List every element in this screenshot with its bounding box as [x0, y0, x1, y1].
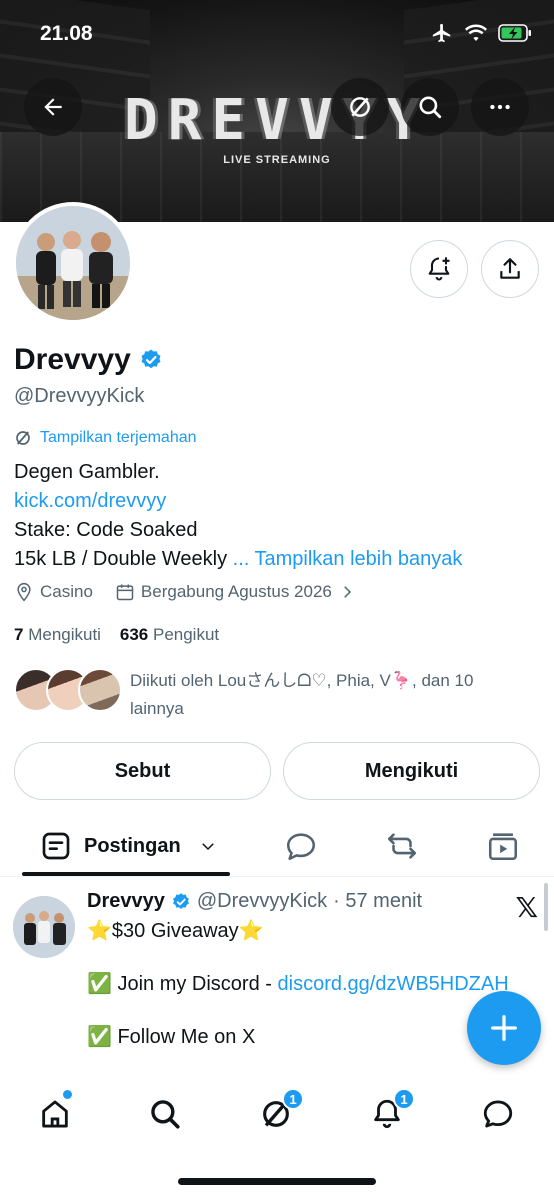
tab-posts[interactable]: Postingan — [22, 815, 230, 877]
chevron-down-icon — [201, 843, 214, 851]
bio-line-more: 15k LB / Double Weekly ... Tampilkan leb… — [14, 545, 462, 574]
chevron-right-icon — [344, 586, 351, 598]
translate-link[interactable]: Tampilkan terjemahan — [14, 429, 197, 447]
share-icon — [500, 258, 520, 279]
home-icon — [42, 1100, 68, 1128]
verified-badge-icon[interactable] — [139, 348, 163, 372]
mention-button[interactable]: Sebut — [14, 742, 271, 800]
banner-logo-text: DREVVYY — [123, 88, 430, 153]
nav-grok[interactable]: 1 — [256, 1088, 304, 1134]
profile-meta: Casino Bergabung Agustus 2026 — [14, 582, 356, 602]
battery-charging-icon — [498, 24, 531, 42]
translate-label: Tampilkan terjemahan — [40, 429, 197, 446]
verified-badge-icon — [172, 892, 189, 909]
bio-line: Stake: Code Soaked — [14, 519, 198, 541]
scroll-indicator — [544, 883, 548, 931]
bio-link[interactable]: kick.com/drevvyy — [14, 487, 462, 516]
post-avatar[interactable] — [13, 896, 75, 958]
profile-avatar[interactable] — [12, 202, 134, 324]
x-logo-icon: 𝕏 — [515, 891, 538, 924]
following-button[interactable]: Mengikuti — [283, 742, 540, 800]
location-text: Casino — [40, 582, 93, 601]
post-author-name[interactable]: Drevvyy — [87, 890, 165, 913]
compose-post-button[interactable] — [467, 991, 541, 1065]
tab-media[interactable] — [486, 829, 520, 868]
followers-count: 636 — [119, 625, 149, 644]
profile-tabs: Postingan — [0, 815, 554, 877]
reply-bubble-icon — [286, 833, 316, 861]
search-icon — [151, 1100, 180, 1129]
bio-line: 15k LB / Double Weekly — [14, 548, 228, 570]
post-text: ✅ Join my Discord - — [87, 973, 278, 995]
profile-bio: Degen Gambler. kick.com/drevvyy Stake: C… — [14, 458, 462, 574]
more-options-button[interactable] — [471, 78, 529, 136]
follower-avatar — [78, 668, 122, 712]
avatar-photo — [16, 206, 130, 320]
tab-active-indicator — [22, 872, 230, 876]
plus-icon — [491, 1015, 517, 1041]
arrow-left-icon — [44, 98, 62, 116]
posts-tab-icon — [42, 832, 70, 860]
nav-search[interactable] — [145, 1094, 185, 1134]
tab-posts-label: Postingan — [84, 834, 181, 857]
followers-label: Pengikut — [152, 625, 220, 644]
bell-plus-icon — [428, 257, 450, 281]
wifi-icon — [465, 24, 487, 41]
follow-counts: 7 Mengikuti 636 Pengikut — [14, 625, 219, 645]
followed-by-text[interactable]: Diikuti oleh Louさんしᗝ♡, Phia, V🦩, dan 10 … — [130, 667, 510, 723]
grok-icon — [350, 97, 370, 117]
status-icons — [430, 22, 532, 44]
joined-date[interactable]: Bergabung Agustus 2026 — [141, 582, 332, 602]
location-pin-icon — [17, 582, 31, 602]
media-icon — [488, 833, 518, 861]
profile-handle: @DrevvyyKick — [14, 385, 145, 407]
tab-replies[interactable] — [284, 829, 318, 868]
post-time: · 57 menit — [333, 890, 423, 912]
message-bubble-icon — [483, 1100, 513, 1128]
nav-home[interactable] — [35, 1090, 75, 1134]
following-count-link[interactable]: 7 Mengikuti — [14, 625, 101, 644]
post-text-line: ✅ Join my Discord - discord.gg/dzWB5HDZA… — [87, 971, 509, 996]
discord-link[interactable]: discord.gg/dzWB5HDZAH — [278, 973, 509, 995]
banner-subtitle: LIVE STREAMING — [223, 154, 331, 166]
search-icon — [419, 96, 442, 119]
repost-icon — [387, 833, 417, 859]
nav-notifications[interactable]: 1 — [367, 1088, 415, 1134]
search-button[interactable] — [401, 78, 459, 136]
post-text-line: ⭐$30 Giveaway⭐ — [87, 920, 264, 942]
bottom-navigation: 1 1 — [0, 1082, 554, 1146]
notify-button[interactable] — [410, 240, 468, 298]
calendar-icon — [116, 584, 134, 601]
status-time: 21.08 — [40, 22, 93, 45]
grok-small-icon — [16, 431, 30, 445]
following-label: Mengikuti — [28, 625, 101, 644]
profile-name: Drevvyy — [14, 343, 131, 376]
nav-messages[interactable] — [478, 1094, 518, 1134]
following-count: 7 — [14, 625, 24, 644]
bio-line: Degen Gambler. — [14, 461, 160, 483]
tab-reposts[interactable] — [385, 829, 419, 868]
notifications-badge: 1 — [393, 1088, 415, 1110]
followers-count-link[interactable]: 636 Pengikut — [120, 625, 219, 644]
profile-name-row: Drevvyy — [14, 343, 163, 377]
share-button[interactable] — [481, 240, 539, 298]
more-dots-icon — [490, 104, 510, 110]
grok-button[interactable] — [331, 78, 389, 136]
post-author-handle: @DrevvyyKick — [196, 890, 328, 912]
home-indicator — [178, 1178, 376, 1185]
show-more-link[interactable]: ... Tampilkan lebih banyak — [233, 548, 463, 570]
post-text-line: ✅ Follow Me on X — [87, 1026, 256, 1048]
grok-badge: 1 — [282, 1088, 304, 1110]
home-unread-dot — [63, 1090, 72, 1099]
post-avatar-photo — [13, 896, 75, 958]
followed-by-avatars[interactable] — [14, 668, 122, 712]
post-header: Drevvyy @DrevvyyKick · 57 menit — [87, 890, 422, 913]
airplane-icon — [432, 23, 451, 43]
back-button[interactable] — [24, 78, 82, 136]
